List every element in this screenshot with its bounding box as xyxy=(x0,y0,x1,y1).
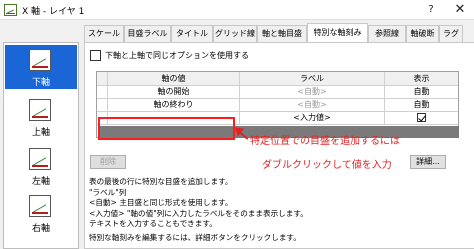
highlight-box xyxy=(98,117,235,140)
grid-cell-display[interactable]: 自動 xyxy=(385,86,458,99)
grid-header-axis-value: 軸の値 xyxy=(108,72,240,86)
description-line: "ラベル"列 xyxy=(89,187,127,197)
close-button[interactable]: ✕ xyxy=(446,1,474,19)
grid-cell-label[interactable]: <自動> xyxy=(240,86,385,99)
axis-right-icon xyxy=(29,195,51,217)
sidebar-item-left-axis[interactable]: 左軸 xyxy=(5,144,77,188)
tab-tick-labels[interactable]: 目盛ラベル xyxy=(124,25,171,42)
grid-cell-display[interactable]: 自動 xyxy=(385,99,458,112)
description-line: <自動> 主目盛と同じ形式を使用します。 xyxy=(89,198,233,208)
axis-bottom-icon xyxy=(29,49,51,71)
tab-scale[interactable]: スケール xyxy=(84,25,124,42)
grid-row-header[interactable] xyxy=(97,99,108,112)
tab-rug[interactable]: ラグ xyxy=(439,25,463,42)
sidebar-item-right-axis[interactable]: 右軸 xyxy=(5,191,77,235)
tab-title[interactable]: タイトル xyxy=(171,25,213,42)
annotation-line-2: ダブルクリックして値を入力 xyxy=(262,160,392,171)
axis-dialog-icon xyxy=(4,4,17,16)
grid-cell-axis-value[interactable]: 軸の開始 xyxy=(108,86,240,99)
footer-instructions: 特別な軸刻みを編集するには、詳細ボタンをクリックします。 xyxy=(89,233,301,242)
delete-button[interactable]: 削除 xyxy=(90,155,126,169)
description-line: 表の最後の行に特別な目盛を追加します。 xyxy=(89,177,233,186)
annotation-line-1: 特定位置での目盛を追加するには xyxy=(250,136,400,147)
details-button[interactable]: 詳細... xyxy=(410,155,446,169)
grid-cell-display-new[interactable] xyxy=(385,112,458,125)
same-options-checkbox[interactable] xyxy=(90,50,101,61)
tab-special-ticks[interactable]: 特別な軸刻み xyxy=(307,23,368,42)
window-title: X 軸 - レイヤ 1 xyxy=(22,7,85,17)
grid-header-label: ラベル xyxy=(240,72,385,86)
title-bar: X 軸 - レイヤ 1 ? ✕ xyxy=(0,0,474,20)
description-line: テキストを入力することもできます。 xyxy=(89,219,217,229)
sidebar-item-label: 下軸 xyxy=(31,78,50,88)
tab-strip: スケール 目盛ラベル タイトル グリッド線 軸と軸目盛 特別な軸刻み 参照線 軸… xyxy=(84,23,474,42)
tab-reference-lines[interactable]: 参照線 xyxy=(368,25,406,42)
tab-axis-break[interactable]: 軸破断 xyxy=(406,25,439,42)
description-text: 表の最後の行に特別な目盛を追加します。 "ラベル"列 <自動> 主目盛と同じ形式… xyxy=(89,177,469,230)
grid-cell-label[interactable]: <自動> xyxy=(240,99,385,112)
sidebar-item-bottom-axis[interactable]: 下軸 xyxy=(5,45,77,89)
tab-grid-lines[interactable]: グリッド線 xyxy=(213,25,257,42)
same-options-label: 下軸と上軸で同じオプションを使用する xyxy=(105,51,249,60)
grid-corner xyxy=(97,72,108,86)
display-checkbox[interactable] xyxy=(417,113,426,122)
grid-row-header[interactable] xyxy=(97,86,108,99)
axis-left-icon xyxy=(29,148,51,170)
sidebar-item-label: 右軸 xyxy=(31,224,50,234)
axis-top-icon xyxy=(29,99,51,121)
sidebar-item-label: 左軸 xyxy=(31,177,50,187)
grid-header-display: 表示 xyxy=(385,72,458,86)
sidebar-item-top-axis[interactable]: 上軸 xyxy=(5,95,77,139)
help-button[interactable]: ? xyxy=(418,1,444,19)
axis-selector-sidebar: 下軸 上軸 左軸 右軸 xyxy=(3,42,79,249)
grid-cell-label-new[interactable]: <入力値> xyxy=(240,112,385,125)
sidebar-item-label: 上軸 xyxy=(31,128,50,138)
description-line: <入力値> "軸の値"列に入力したラベルをそのまま表示します。 xyxy=(89,208,308,218)
tab-axis-and-ticks[interactable]: 軸と軸目盛 xyxy=(257,25,307,42)
grid-cell-axis-value[interactable]: 軸の終わり xyxy=(108,99,240,112)
